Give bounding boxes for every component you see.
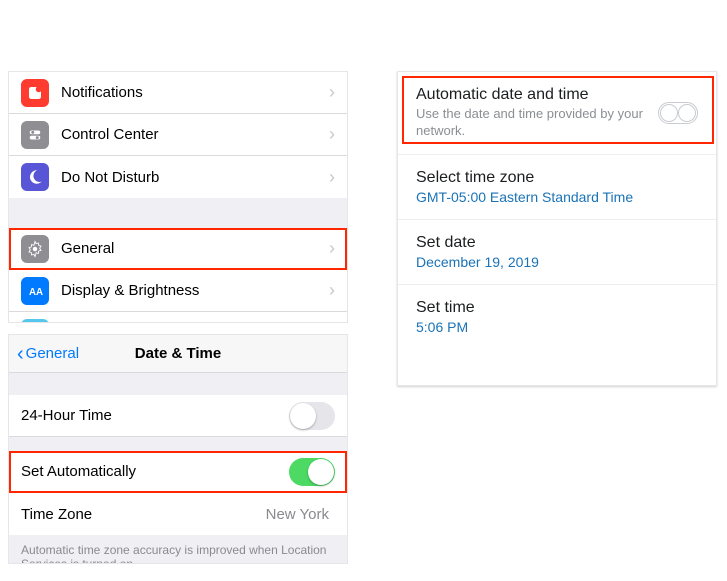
row-select-tz[interactable]: Select time zone GMT-05:00 Eastern Stand…: [398, 155, 716, 220]
row-general[interactable]: General ›: [9, 228, 347, 270]
row-set-auto[interactable]: Set Automatically: [9, 451, 347, 493]
svg-text:AA: AA: [29, 286, 43, 297]
row-label: Do Not Disturb: [61, 169, 329, 186]
row-control-center[interactable]: Control Center ›: [9, 114, 347, 156]
row-display[interactable]: AA Display & Brightness ›: [9, 270, 347, 312]
back-label: General: [26, 345, 79, 362]
row-wallpaper[interactable]: Wallpaper ›: [9, 312, 347, 323]
ios-datetime-panel: ‹ General Date & Time 24-Hour Time Set A…: [8, 334, 348, 564]
row-value: New York: [266, 506, 329, 523]
row-value: December 19, 2019: [416, 254, 698, 270]
row-set-time[interactable]: Set time 5:06 PM: [398, 285, 716, 349]
row-time-zone[interactable]: Time Zone New York: [9, 493, 347, 535]
row-label: Control Center: [61, 126, 329, 143]
row-title: Set time: [416, 299, 698, 317]
chevron-left-icon: ‹: [17, 344, 24, 364]
row-set-date[interactable]: Set date December 19, 2019: [398, 220, 716, 285]
row-subtitle: Use the date and time provided by your n…: [416, 106, 658, 140]
row-notifications[interactable]: Notifications ›: [9, 72, 347, 114]
section-gap: [9, 437, 347, 451]
row-value: 5:06 PM: [416, 319, 698, 335]
row-dnd[interactable]: Do Not Disturb ›: [9, 156, 347, 198]
ios-settings-panel: Notifications › Control Center › Do Not …: [8, 71, 348, 323]
ios-settings-group-mid: General › AA Display & Brightness › Wall…: [9, 228, 347, 323]
page-title: Date & Time: [135, 345, 221, 362]
section-gap: [9, 373, 347, 395]
row-label: Notifications: [61, 84, 329, 101]
android-datetime-panel: Automatic date and time Use the date and…: [397, 71, 717, 386]
chevron-right-icon: ›: [329, 323, 335, 324]
toggle-set-auto[interactable]: [289, 458, 335, 486]
row-value: GMT-05:00 Eastern Standard Time: [416, 189, 698, 205]
row-label: Time Zone: [21, 506, 266, 523]
ios-settings-group-top: Notifications › Control Center › Do Not …: [9, 72, 347, 198]
row-auto-datetime[interactable]: Automatic date and time Use the date and…: [398, 72, 716, 155]
row-24h[interactable]: 24-Hour Time: [9, 395, 347, 437]
dnd-icon: [21, 163, 49, 191]
row-title: Automatic date and time: [416, 86, 658, 104]
row-title: Select time zone: [416, 169, 698, 187]
chevron-right-icon: ›: [329, 238, 335, 259]
row-label: Display & Brightness: [61, 282, 329, 299]
chevron-right-icon: ›: [329, 82, 335, 103]
datetime-group: 24-Hour Time Set Automatically Time Zone…: [9, 395, 347, 535]
back-button[interactable]: ‹ General: [17, 344, 79, 364]
row-label: General: [61, 240, 329, 257]
toggle-auto-datetime[interactable]: [658, 102, 698, 124]
row-label: Set Automatically: [21, 463, 289, 480]
row-title: Set date: [416, 234, 698, 252]
wallpaper-icon: [21, 319, 49, 323]
display-icon: AA: [21, 277, 49, 305]
chevron-right-icon: ›: [329, 167, 335, 188]
control-center-icon: [21, 121, 49, 149]
footnote: Automatic time zone accuracy is improved…: [9, 535, 347, 564]
chevron-right-icon: ›: [329, 280, 335, 301]
toggle-24h[interactable]: [289, 402, 335, 430]
chevron-right-icon: ›: [329, 124, 335, 145]
row-label: 24-Hour Time: [21, 407, 289, 424]
notifications-icon: [21, 79, 49, 107]
nav-header: ‹ General Date & Time: [9, 335, 347, 373]
section-gap: [9, 198, 347, 228]
general-icon: [21, 235, 49, 263]
